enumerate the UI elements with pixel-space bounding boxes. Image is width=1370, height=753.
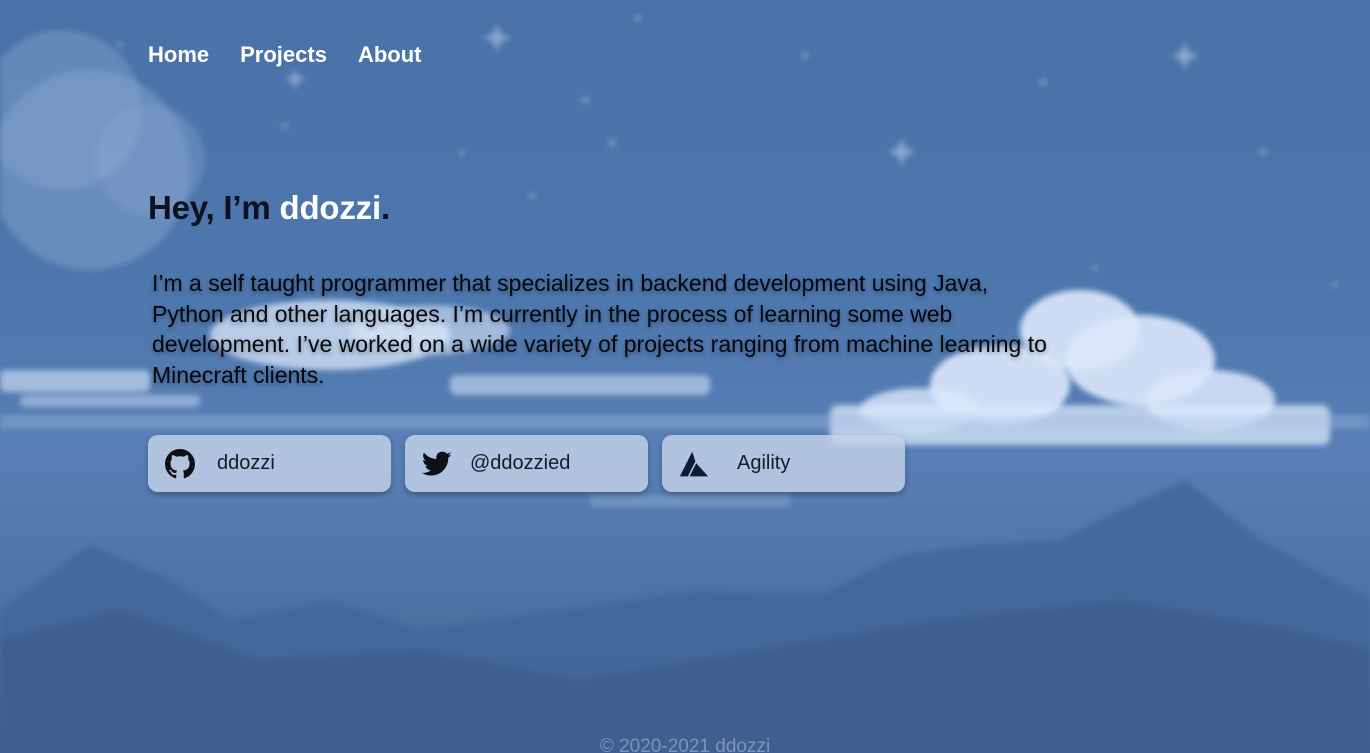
hero-name: ddozzi: [279, 189, 381, 226]
hero-title: Hey, I’m ddozzi.: [148, 189, 390, 227]
mountains: [0, 480, 1370, 753]
hero-greeting: Hey, I’m: [148, 189, 280, 226]
twitter-link-button[interactable]: @ddozzied: [405, 435, 648, 492]
agility-label: Agility: [737, 452, 791, 474]
twitter-icon: [422, 449, 452, 479]
nav-about-link[interactable]: About: [358, 42, 422, 68]
nav-projects-link[interactable]: Projects: [240, 42, 327, 68]
footer-copyright: © 2020-2021 ddozzi: [599, 736, 771, 753]
agility-link-button[interactable]: Agility: [662, 435, 905, 492]
github-link-button[interactable]: ddozzi: [148, 435, 391, 492]
hero-period: .: [380, 189, 390, 226]
twitter-handle: @ddozzied: [470, 452, 571, 474]
nav-home-link[interactable]: Home: [148, 42, 209, 68]
hero-bio: I’m a self taught programmer that specia…: [152, 270, 1047, 388]
github-icon: [165, 448, 195, 479]
github-username: ddozzi: [217, 452, 275, 474]
agility-icon: [679, 449, 709, 479]
top-nav: Home Projects About: [148, 42, 421, 68]
social-links: ddozzi @ddozzied Agility: [148, 435, 905, 492]
